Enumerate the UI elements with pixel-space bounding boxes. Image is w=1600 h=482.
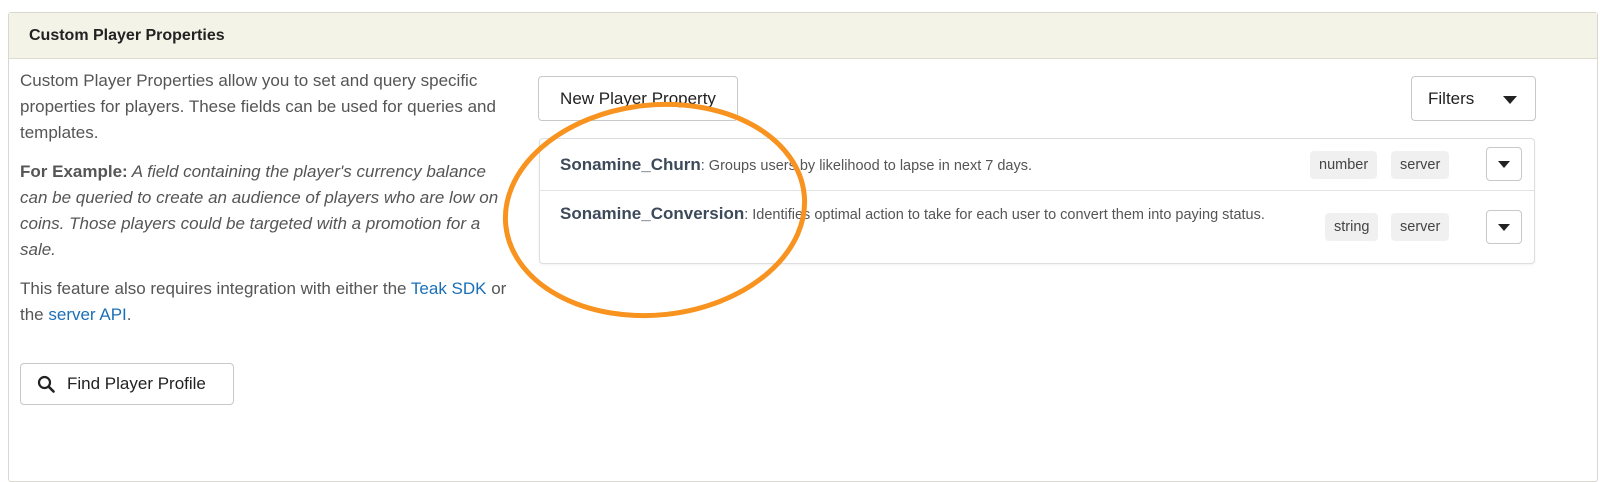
intro-section: Custom Player Properties allow you to se…	[20, 68, 510, 341]
intro-example: For Example: A field containing the play…	[20, 159, 510, 263]
property-actions-dropdown[interactable]	[1486, 210, 1522, 244]
intro-integration: This feature also requires integration w…	[20, 276, 510, 328]
property-row: Sonamine_Conversion: Identifies optimal …	[540, 191, 1534, 263]
chevron-down-icon	[1503, 96, 1517, 104]
find-player-profile-button[interactable]: Find Player Profile	[20, 363, 234, 405]
search-icon	[37, 375, 55, 393]
property-actions-dropdown[interactable]	[1486, 147, 1522, 181]
property-source-badge: server	[1391, 151, 1450, 179]
property-source-badge: server	[1391, 213, 1450, 241]
property-list: Sonamine_Churn: Groups users by likeliho…	[539, 138, 1535, 264]
property-name: Sonamine_Churn	[560, 155, 701, 174]
property-text: Sonamine_Conversion: Identifies optimal …	[560, 201, 1280, 228]
chevron-down-icon	[1498, 161, 1510, 168]
intro-description: Custom Player Properties allow you to se…	[20, 71, 496, 142]
server-api-link[interactable]: server API	[48, 305, 126, 324]
property-row: Sonamine_Churn: Groups users by likeliho…	[540, 139, 1534, 191]
property-type-badge: string	[1325, 213, 1379, 241]
chevron-down-icon	[1498, 224, 1510, 231]
property-description: : Identifies optimal action to take for …	[744, 207, 1265, 223]
property-text: Sonamine_Churn: Groups users by likeliho…	[560, 152, 1280, 179]
property-name: Sonamine_Conversion	[560, 204, 745, 223]
integration-prefix: This feature also requires integration w…	[20, 279, 411, 298]
example-label: For Example:	[20, 162, 128, 181]
teak-sdk-link[interactable]: Teak SDK	[411, 279, 487, 298]
filters-button[interactable]: Filters	[1411, 76, 1536, 121]
property-type-badge: number	[1310, 151, 1378, 179]
panel-title: Custom Player Properties	[9, 13, 1597, 59]
integration-suffix: .	[126, 305, 132, 324]
new-player-property-button[interactable]: New Player Property	[538, 76, 738, 121]
property-description: : Groups users by likelihood to lapse in…	[700, 158, 1033, 174]
filters-label: Filters	[1428, 88, 1475, 108]
find-player-profile-label: Find Player Profile	[67, 374, 206, 393]
